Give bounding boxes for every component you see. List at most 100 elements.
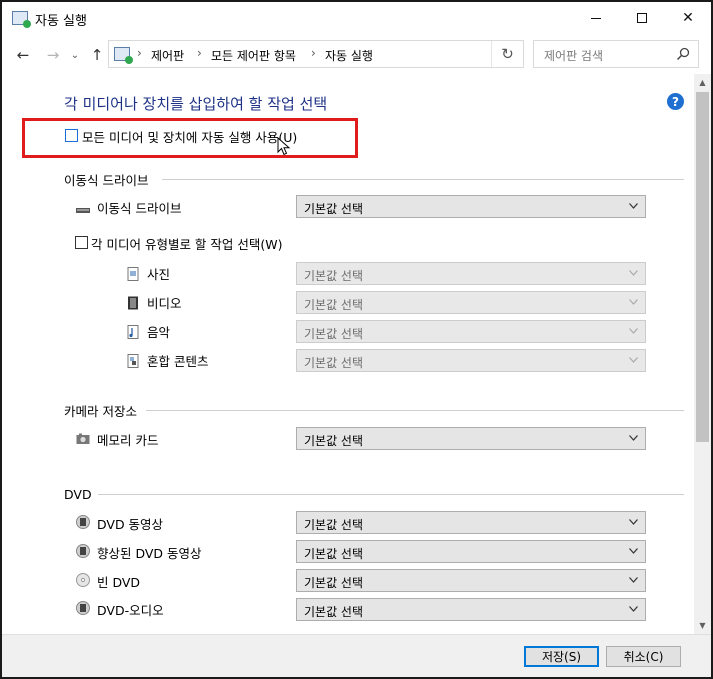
maximize-button[interactable]	[619, 2, 665, 34]
photo-file-icon	[127, 267, 139, 281]
forward-button[interactable]: →	[42, 44, 64, 66]
dvd-film-icon	[76, 515, 90, 529]
chevron-down-icon	[629, 357, 638, 363]
chevron-down-icon	[629, 548, 638, 554]
dropdown-value: 기본값 선택	[304, 576, 364, 590]
dropdown-value: 기본값 선택	[304, 202, 364, 216]
chevron-down-icon	[629, 299, 638, 305]
breadcrumb-autoplay[interactable]: 자동 실행	[325, 47, 373, 64]
mouse-cursor-icon	[277, 137, 291, 156]
section-divider	[146, 410, 684, 411]
per-media-checkbox[interactable]	[75, 236, 88, 249]
enhanced-dvd-movie-label: 향상된 DVD 동영상	[97, 546, 202, 561]
chevron-down-icon	[629, 270, 638, 276]
photo-dropdown[interactable]: 기본값 선택	[296, 262, 646, 285]
video-dropdown[interactable]: 기본값 선택	[296, 291, 646, 314]
dropdown-value: 기본값 선택	[304, 327, 364, 341]
camera-section-title: 카메라 저장소	[64, 404, 137, 419]
arrow-left-icon: ←	[16, 46, 30, 64]
media-label-music: 음악	[147, 325, 171, 340]
navigation-bar: ← → ⌄ ↑ › 제어판 › 모든 제어판 항목 › 자동 실행 ↻ 제어판 …	[2, 38, 711, 72]
maximize-icon	[637, 13, 647, 23]
close-icon: ✕	[682, 10, 694, 26]
scroll-up-button[interactable]: ▲	[694, 74, 711, 91]
memory-card-dropdown[interactable]: 기본값 선택	[296, 427, 646, 450]
window-title: 자동 실행	[35, 14, 87, 29]
mixed-content-dropdown[interactable]: 기본값 선택	[296, 349, 646, 372]
breadcrumb-control-panel[interactable]: 제어판	[151, 47, 184, 64]
arrow-up-icon: ↑	[90, 46, 104, 64]
use-autoplay-checkbox[interactable]	[65, 129, 78, 142]
dvd-section-title: DVD	[64, 487, 92, 502]
chevron-down-icon	[629, 519, 638, 525]
up-button[interactable]: ↑	[86, 44, 108, 66]
dropdown-value: 기본값 선택	[304, 547, 364, 561]
mixed-content-icon	[127, 354, 139, 368]
removable-drive-icon	[76, 208, 90, 213]
save-button[interactable]: 저장(S)	[524, 646, 599, 667]
dvd-audio-label: DVD-오디오	[97, 603, 164, 618]
back-button[interactable]: ←	[12, 44, 34, 66]
chevron-down-icon	[629, 606, 638, 612]
chevron-up-icon: ▲	[699, 78, 706, 87]
recent-locations-button[interactable]: ⌄	[68, 44, 82, 66]
use-autoplay-label[interactable]: 모든 미디어 및 장치에 자동 실행 사용(U)	[82, 127, 297, 146]
memory-card-label: 메모리 카드	[97, 433, 159, 448]
media-label-mixed: 혼합 콘텐츠	[147, 354, 209, 369]
dropdown-value: 기본값 선택	[304, 434, 364, 448]
chevron-down-icon	[629, 328, 638, 334]
minimize-button[interactable]	[573, 2, 619, 34]
removable-drive-label: 이동식 드라이브	[97, 201, 182, 216]
dialog-footer: 저장(S) 취소(C)	[2, 634, 711, 677]
media-label-photo: 사진	[147, 267, 171, 282]
dropdown-value: 기본값 선택	[304, 605, 364, 619]
breadcrumb-separator-icon: ›	[137, 46, 142, 60]
dropdown-value: 기본값 선택	[304, 356, 364, 370]
search-icon	[676, 47, 690, 61]
video-file-icon	[128, 296, 138, 310]
dvd-audio-dropdown[interactable]: 기본값 선택	[296, 598, 646, 621]
title-bar: 자동 실행 ✕	[2, 2, 711, 34]
section-divider	[98, 494, 684, 495]
breadcrumb-separator-icon: ›	[311, 46, 316, 60]
cancel-button[interactable]: 취소(C)	[606, 646, 681, 667]
per-media-label[interactable]: 각 미디어 유형별로 할 작업 선택(W)	[91, 234, 282, 253]
dvd-movie-dropdown[interactable]: 기본값 선택	[296, 511, 646, 534]
camera-icon	[76, 433, 90, 444]
music-dropdown[interactable]: 기본값 선택	[296, 320, 646, 343]
chevron-down-icon: ▼	[699, 621, 706, 630]
autoplay-window: 자동 실행 ✕ ← → ⌄ ↑ › 제어판 › 모든 제어판 항목 › 자동 실…	[0, 0, 713, 679]
music-file-icon	[127, 325, 139, 339]
blank-disc-icon	[76, 573, 90, 587]
chevron-down-icon	[629, 435, 638, 441]
main-content: 각 미디어나 장치를 삽입하여 할 작업 선택 ? 모든 미디어 및 장치에 자…	[2, 74, 711, 634]
removable-section-title: 이동식 드라이브	[64, 173, 149, 188]
breadcrumb-all-items[interactable]: 모든 제어판 항목	[211, 47, 296, 64]
dvd-film-icon	[76, 544, 90, 558]
section-divider	[162, 179, 684, 180]
scroll-down-button[interactable]: ▼	[694, 617, 711, 634]
media-label-video: 비디오	[147, 296, 182, 311]
refresh-icon: ↻	[501, 45, 514, 63]
search-input[interactable]: 제어판 검색	[544, 47, 603, 64]
chevron-down-icon: ⌄	[70, 49, 80, 61]
search-box[interactable]: 제어판 검색	[533, 40, 699, 68]
removable-drive-dropdown[interactable]: 기본값 선택	[296, 195, 646, 218]
enhanced-dvd-movie-dropdown[interactable]: 기본값 선택	[296, 540, 646, 563]
dropdown-value: 기본값 선택	[304, 269, 364, 283]
refresh-button[interactable]: ↻	[491, 41, 523, 67]
scrollbar-thumb[interactable]	[696, 92, 709, 442]
dropdown-value: 기본값 선택	[304, 518, 364, 532]
page-heading: 각 미디어나 장치를 삽입하여 할 작업 선택	[64, 95, 328, 113]
address-bar[interactable]: › 제어판 › 모든 제어판 항목 › 자동 실행 ↻	[108, 40, 524, 68]
chevron-down-icon	[629, 203, 638, 209]
blank-dvd-dropdown[interactable]: 기본값 선택	[296, 569, 646, 592]
dvd-film-icon	[76, 601, 90, 615]
close-button[interactable]: ✕	[665, 2, 711, 34]
help-icon[interactable]: ?	[667, 93, 684, 110]
vertical-scrollbar[interactable]: ▲ ▼	[694, 74, 711, 634]
dvd-movie-label: DVD 동영상	[97, 517, 164, 532]
dropdown-value: 기본값 선택	[304, 298, 364, 312]
chevron-down-icon	[629, 577, 638, 583]
minimize-icon	[591, 17, 601, 19]
